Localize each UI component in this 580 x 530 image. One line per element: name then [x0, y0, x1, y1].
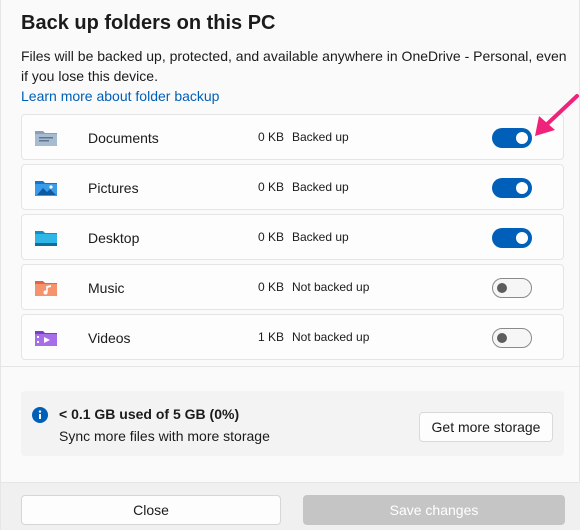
storage-info-panel: < 0.1 GB used of 5 GB (0%) Sync more fil…	[21, 391, 564, 456]
folder-status: Not backed up	[292, 330, 370, 344]
save-changes-button[interactable]: Save changes	[303, 495, 565, 525]
folder-status: Backed up	[292, 180, 349, 194]
close-button[interactable]: Close	[21, 495, 281, 525]
storage-subtitle: Sync more files with more storage	[59, 428, 270, 444]
info-icon	[32, 407, 48, 423]
documents-backup-toggle[interactable]	[492, 128, 532, 148]
pictures-folder-icon	[35, 181, 57, 196]
folder-name: Music	[88, 280, 125, 296]
dialog-footer: Close Save changes	[1, 482, 580, 530]
music-backup-toggle[interactable]	[492, 278, 532, 298]
folder-size: 0 KB	[258, 230, 285, 244]
folder-status: Not backed up	[292, 280, 370, 294]
pictures-backup-toggle[interactable]	[492, 178, 532, 198]
music-folder-icon	[35, 281, 57, 296]
desktop-backup-toggle[interactable]	[492, 228, 532, 248]
documents-folder-icon	[35, 131, 57, 146]
toggle-knob	[516, 132, 528, 144]
storage-usage: < 0.1 GB used of 5 GB (0%)	[59, 406, 240, 422]
folder-size: 0 KB	[258, 130, 285, 144]
desktop-folder-icon	[35, 231, 57, 246]
folder-size: 0 KB	[258, 280, 285, 294]
toggle-knob	[497, 283, 507, 293]
folder-name: Pictures	[88, 180, 139, 196]
folder-row-music: Music 0 KB Not backed up	[21, 264, 564, 310]
dialog-description: Files will be backed up, protected, and …	[21, 48, 567, 84]
toggle-knob	[497, 333, 507, 343]
toggle-knob	[516, 182, 528, 194]
toggle-knob	[516, 232, 528, 244]
folder-status: Backed up	[292, 230, 349, 244]
folder-status: Backed up	[292, 130, 349, 144]
videos-backup-toggle[interactable]	[492, 328, 532, 348]
folder-name: Documents	[88, 130, 159, 146]
folder-name: Videos	[88, 330, 131, 346]
folder-row-desktop: Desktop 0 KB Backed up	[21, 214, 564, 260]
dialog-title: Back up folders on this PC	[21, 12, 276, 34]
learn-more-link[interactable]: Learn more about folder backup	[21, 88, 219, 104]
folder-row-videos: Videos 1 KB Not backed up	[21, 314, 564, 360]
videos-folder-icon	[35, 331, 57, 346]
folder-row-documents: Documents 0 KB Backed up	[21, 114, 564, 160]
backup-folders-dialog: Back up folders on this PC Files will be…	[0, 0, 580, 530]
annotation-arrow-icon	[535, 94, 579, 136]
folder-size: 0 KB	[258, 180, 285, 194]
folder-row-pictures: Pictures 0 KB Backed up	[21, 164, 564, 210]
divider	[1, 366, 580, 367]
get-more-storage-button[interactable]: Get more storage	[419, 412, 553, 442]
folder-list: Documents 0 KB Backed up Pictures 0 KB B…	[21, 114, 564, 364]
folder-size: 1 KB	[258, 330, 285, 344]
folder-name: Desktop	[88, 230, 140, 246]
